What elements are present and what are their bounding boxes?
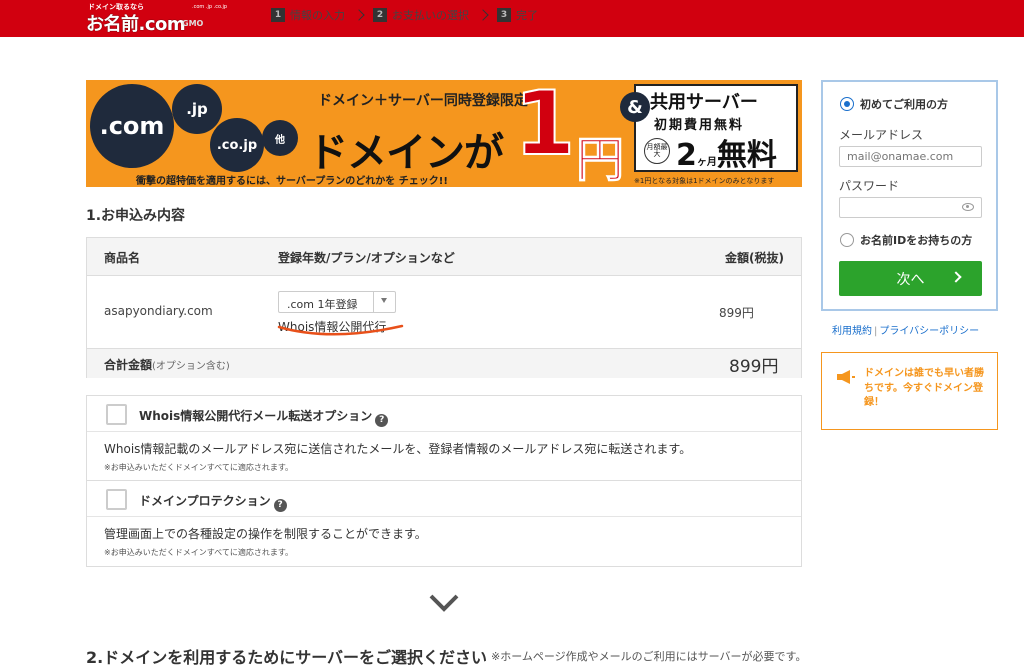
- step-number: 2: [373, 8, 387, 22]
- step-1: 1 情報の入力: [271, 7, 345, 23]
- chevron-right-icon: [477, 9, 489, 21]
- banner-price-unit: 円: [575, 132, 625, 188]
- step-number: 1: [271, 8, 285, 22]
- plan-select-value: .com 1年登録: [287, 298, 358, 311]
- next-button[interactable]: 次へ: [839, 261, 982, 296]
- option-title-group: ドメインプロテクション?: [139, 492, 287, 512]
- campaign-banner[interactable]: .com .jp .co.jp 他 ドメイン＋サーバー同時登録限定 ドメインが …: [86, 80, 802, 187]
- promo-box: ドメインは誰でも早い者勝ちです。今すぐドメイン登録！: [821, 352, 998, 430]
- order-domain: asapyondiary.com: [104, 304, 213, 318]
- banner-ampersand: &: [620, 92, 650, 122]
- total-label-group: 合計金額(オプション含む): [104, 356, 230, 373]
- offer-months-unit: ヶ月: [696, 157, 717, 168]
- option-header: ドメインプロテクション?: [87, 481, 801, 517]
- logo-name: お名前.com: [86, 14, 186, 35]
- order-price: 899円: [719, 306, 754, 320]
- email-label: メールアドレス: [839, 128, 924, 142]
- option-note: ※お申込みいただくドメインすべてに適応されます。: [104, 548, 294, 557]
- eye-icon[interactable]: [962, 203, 974, 211]
- chevron-right-icon: [353, 9, 365, 21]
- annotation-underline: [277, 324, 404, 336]
- option-header: Whois情報公開代行メール転送オプション?: [87, 396, 801, 432]
- chevron-right-icon: [950, 271, 962, 283]
- first-time-radio[interactable]: [840, 97, 854, 111]
- tld-cojp-circle: .co.jp: [210, 118, 264, 172]
- offer-free: 無料: [716, 138, 777, 173]
- option-domain-protection: ドメインプロテクション? 管理画面上での各種設定の操作を制限することができます。…: [86, 480, 802, 567]
- offer-badge: 月額最大: [644, 138, 670, 164]
- order-section-title: 1.お申込み内容: [86, 208, 186, 224]
- banner-main-text: ドメインが: [308, 130, 504, 176]
- offer-months: 2: [676, 138, 697, 173]
- option-description: 管理画面上での各種設定の操作を制限することができます。: [104, 527, 427, 541]
- offer-big-text: 2ヶ月無料: [676, 130, 777, 174]
- megaphone-icon: [837, 370, 855, 384]
- step-label: 完了: [516, 9, 538, 22]
- offer-title: 共用サーバー: [650, 92, 758, 113]
- col-product: 商品名: [104, 251, 141, 265]
- option-title: Whois情報公開代行メール転送オプション: [139, 409, 373, 423]
- step-number: 3: [497, 8, 511, 22]
- chevron-down-icon[interactable]: [429, 593, 459, 613]
- email-input[interactable]: [839, 146, 982, 167]
- option-description: Whois情報記載のメールアドレス宛に送信されたメールを、登録者情報のメールアド…: [104, 442, 692, 456]
- password-input[interactable]: [839, 197, 982, 218]
- col-plan: 登録年数/プラン/オプションなど: [278, 251, 455, 265]
- banner-subtext: 衝撃の超特価を適用するには、サーバープランのどれかを チェック!!: [136, 176, 448, 187]
- col-price: 金額(税抜): [725, 251, 784, 265]
- option-title: ドメインプロテクション: [139, 494, 271, 508]
- password-label: パスワード: [839, 179, 900, 193]
- plan-select[interactable]: .com 1年登録: [278, 291, 396, 313]
- whois-forward-checkbox[interactable]: [106, 404, 127, 425]
- total-note: (オプション含む): [152, 361, 230, 372]
- total-label: 合計金額: [104, 358, 153, 372]
- logo-brand: GMO: [182, 19, 204, 28]
- step-2: 2 お支払いの選択: [373, 7, 469, 23]
- banner-note: ※1円となる対象は1ドメインのみとなります: [634, 177, 775, 185]
- option-note: ※お申込みいただくドメインすべてに適応されます。: [104, 463, 294, 472]
- total-row: 合計金額(オプション含む) 899円: [87, 348, 801, 378]
- table-header: 商品名 登録年数/プラン/オプションなど 金額(税抜): [87, 238, 801, 276]
- tld-jp-circle: .jp: [172, 84, 222, 134]
- total-value: 899円: [729, 357, 779, 377]
- has-id-radio[interactable]: [840, 233, 854, 247]
- step-label: 情報の入力: [290, 9, 345, 22]
- promo-text: ドメインは誰でも早い者勝ちです。今すぐドメイン登録！: [864, 368, 984, 408]
- option-whois-mail-forward: Whois情報公開代行メール転送オプション? Whois情報記載のメールアドレス…: [86, 395, 802, 481]
- has-id-label[interactable]: お名前IDをお持ちの方: [860, 232, 972, 248]
- footer-links: 利用規約 | プライバシーポリシー: [832, 322, 979, 337]
- help-icon[interactable]: ?: [273, 499, 287, 512]
- banner-price-number: 1: [513, 80, 576, 175]
- privacy-link[interactable]: プライバシーポリシー: [879, 326, 979, 337]
- step-label: お支払いの選択: [392, 9, 469, 22]
- site-header: ドメイン取るなら お名前.com .com .jp .co.jp GMO 1 情…: [0, 0, 1024, 37]
- link-divider: |: [874, 326, 878, 337]
- terms-link[interactable]: 利用規約: [832, 326, 872, 337]
- first-time-label[interactable]: 初めてご利用の方: [860, 96, 948, 112]
- caret-down-icon: [381, 298, 387, 303]
- banner-headline: ドメイン＋サーバー同時登録限定: [318, 93, 528, 109]
- progress-steps: 1 情報の入力 2 お支払いの選択 3 完了: [271, 7, 546, 23]
- logo-tlds: .com .jp .co.jp: [192, 4, 228, 10]
- option-title-group: Whois情報公開代行メール転送オプション?: [139, 407, 389, 427]
- help-icon[interactable]: ?: [375, 414, 389, 427]
- login-panel: 初めてご利用の方 メールアドレス パスワード お名前IDをお持ちの方 次へ: [821, 80, 998, 311]
- onamae-logo[interactable]: ドメイン取るなら お名前.com .com .jp .co.jp GMO: [86, 2, 227, 35]
- server-section-title: 2.ドメインを利用するためにサーバーをご選択ください: [86, 648, 488, 665]
- shared-server-offer: 共用サーバー 初期費用無料 月額最大 2ヶ月無料: [634, 84, 798, 174]
- server-section-note: ※ホームページ作成やメールのご利用にはサーバーが必要です。: [491, 650, 807, 663]
- tld-com-circle: .com: [90, 84, 174, 168]
- select-divider: [373, 292, 374, 312]
- domain-protection-checkbox[interactable]: [106, 489, 127, 510]
- next-button-label: 次へ: [896, 271, 925, 288]
- step-3: 3 完了: [497, 7, 538, 23]
- tld-other-circle: 他: [262, 120, 298, 156]
- order-table: 商品名 登録年数/プラン/オプションなど 金額(税抜) asapyondiary…: [86, 237, 802, 378]
